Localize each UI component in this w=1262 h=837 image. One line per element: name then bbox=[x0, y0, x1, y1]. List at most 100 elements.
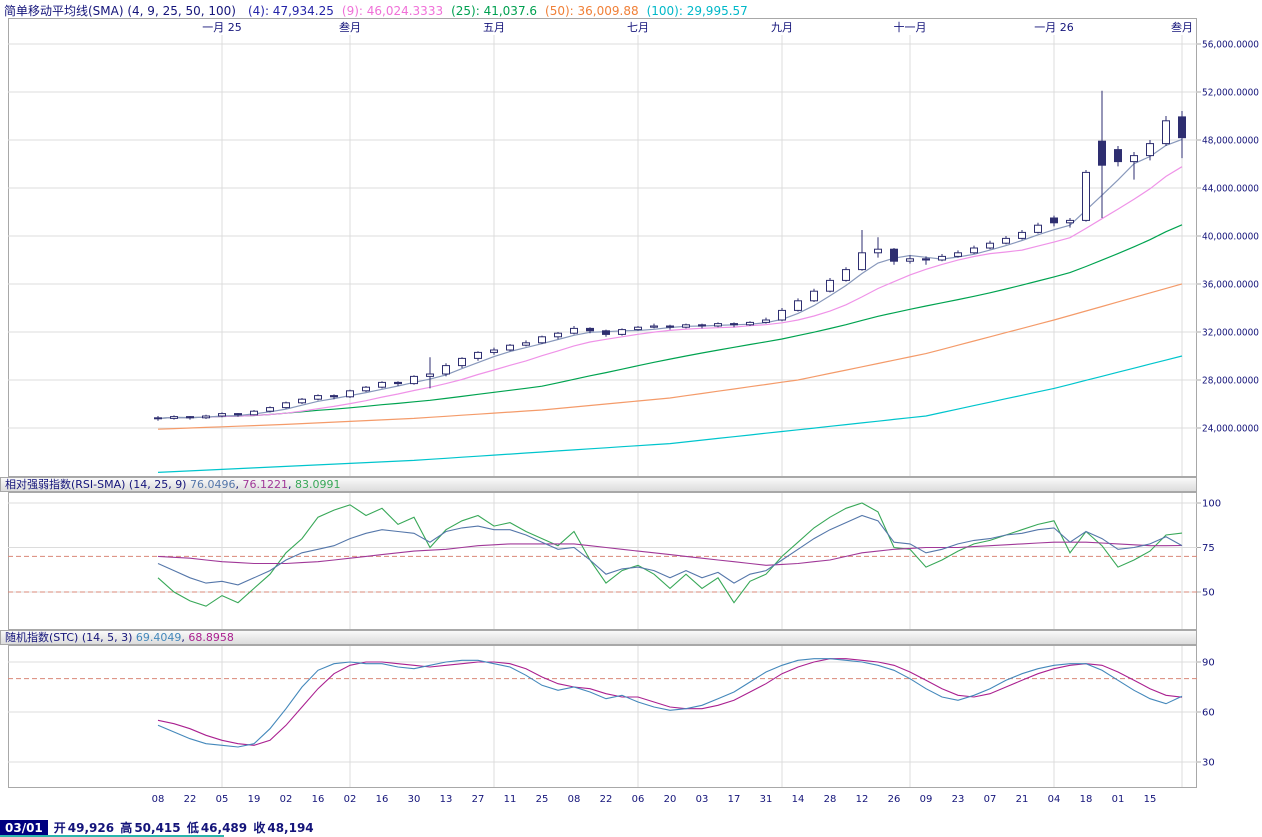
date-label: 22 bbox=[184, 794, 197, 805]
date-label: 19 bbox=[248, 794, 261, 805]
sma-value-50: (50): 36,009.88 bbox=[545, 4, 639, 18]
date-label: 15 bbox=[1144, 794, 1157, 805]
candle bbox=[347, 391, 354, 397]
stochastic-indicator-chart[interactable]: 90 60 30 bbox=[0, 645, 1262, 788]
candle bbox=[1163, 121, 1170, 144]
price-label: 24,000.0000 bbox=[1202, 424, 1259, 435]
low-value: 46,489 bbox=[201, 821, 247, 835]
sma-value-4: (4): 47,934.25 bbox=[248, 4, 334, 18]
date-label: 06 bbox=[632, 794, 645, 805]
date-label: 21 bbox=[1016, 794, 1029, 805]
sma-header: 简单移动平均线(SMA) (4, 9, 25, 50, 100) (4): 47,… bbox=[0, 0, 1262, 18]
rsi-value-14: 76.0496 bbox=[190, 478, 236, 491]
tick-label: 50 bbox=[1202, 588, 1215, 599]
candle bbox=[427, 374, 434, 376]
high-label: 高 bbox=[120, 821, 132, 835]
rsi-indicator-chart[interactable]: 1007550 bbox=[0, 492, 1262, 630]
price-label: 28,000.0000 bbox=[1202, 376, 1259, 387]
month-label: 五月 bbox=[483, 21, 505, 34]
candle bbox=[571, 328, 578, 333]
candle bbox=[267, 408, 274, 412]
candle bbox=[1131, 156, 1138, 162]
main-plot-area bbox=[9, 19, 1197, 477]
candle bbox=[859, 253, 866, 270]
date-label: 28 bbox=[824, 794, 837, 805]
price-label: 36,000.0000 bbox=[1202, 280, 1259, 291]
rsi-value-9: 83.0991 bbox=[295, 478, 341, 491]
date-label: 11 bbox=[504, 794, 517, 805]
date-label: 22 bbox=[600, 794, 613, 805]
stc-value-d: 68.8958 bbox=[188, 631, 234, 644]
main-price-chart[interactable]: 56,000.000052,000.000048,000.000044,000.… bbox=[0, 18, 1262, 477]
candle bbox=[235, 414, 242, 415]
candle bbox=[763, 320, 770, 322]
stc-value-k: 69.4049 bbox=[136, 631, 182, 644]
tick-label: 75 bbox=[1202, 543, 1215, 554]
candle bbox=[795, 301, 802, 311]
candle bbox=[523, 343, 530, 345]
rsi-value-25: 76.1221 bbox=[242, 478, 288, 491]
tick-label: 60 bbox=[1202, 708, 1215, 719]
candle bbox=[939, 256, 946, 260]
date-label: 25 bbox=[536, 794, 549, 805]
candle bbox=[1115, 150, 1122, 162]
candle bbox=[827, 280, 834, 291]
sma-title: 简单移动平均线(SMA) (4, 9, 25, 50, 100) bbox=[4, 4, 236, 18]
candle bbox=[1083, 172, 1090, 220]
candle bbox=[251, 411, 258, 415]
rsi-panel-header[interactable]: 相对强弱指数(RSI-SMA) (14, 25, 9) 76.0496, 76.… bbox=[0, 477, 1197, 492]
candle bbox=[923, 259, 930, 260]
sma-value-100: (100): 29,995.57 bbox=[647, 4, 748, 18]
date-label: 16 bbox=[376, 794, 389, 805]
date-label: 12 bbox=[856, 794, 869, 805]
plot-area bbox=[9, 646, 1197, 788]
candle bbox=[635, 327, 642, 329]
price-axis-labels: 56,000.000052,000.000048,000.000044,000.… bbox=[1197, 40, 1259, 435]
high-value: 50,415 bbox=[134, 821, 180, 835]
candle bbox=[475, 352, 482, 358]
price-label: 48,000.0000 bbox=[1202, 136, 1259, 147]
candle bbox=[539, 337, 546, 343]
candle bbox=[1099, 141, 1106, 165]
candle bbox=[699, 325, 706, 326]
candle bbox=[1035, 225, 1042, 232]
date-label: 04 bbox=[1048, 794, 1061, 805]
candle bbox=[843, 270, 850, 281]
date-label: 26 bbox=[888, 794, 901, 805]
candle bbox=[603, 331, 610, 335]
candle bbox=[491, 350, 498, 352]
stc-panel-header[interactable]: 随机指数(STC) (14, 5, 3) 69.4049, 68.8958 bbox=[0, 630, 1197, 645]
candle bbox=[747, 322, 754, 324]
candle bbox=[459, 358, 466, 365]
rsi-values: 76.0496, 76.1221, 83.0991 bbox=[190, 478, 341, 491]
tick-label: 90 bbox=[1202, 658, 1215, 669]
stc-values: 69.4049, 68.8958 bbox=[136, 631, 234, 644]
date-label: 08 bbox=[152, 794, 165, 805]
candle bbox=[555, 333, 562, 337]
sma-value-25: (25): 41,037.6 bbox=[451, 4, 537, 18]
candle bbox=[651, 326, 658, 327]
candle bbox=[1147, 144, 1154, 156]
open-label: 开 bbox=[54, 821, 66, 835]
date-label: 08 bbox=[568, 794, 581, 805]
date-label: 18 bbox=[1080, 794, 1093, 805]
date-label: 16 bbox=[312, 794, 325, 805]
candle bbox=[907, 259, 914, 261]
date-label: 02 bbox=[280, 794, 293, 805]
tick-label: 30 bbox=[1202, 758, 1215, 769]
x-axis-labels: 0822051902160216301327112508220620031731… bbox=[0, 788, 1262, 814]
candle bbox=[715, 324, 722, 326]
candle bbox=[363, 387, 370, 391]
date-label: 23 bbox=[952, 794, 965, 805]
price-label: 40,000.0000 bbox=[1202, 232, 1259, 243]
date-label: 17 bbox=[728, 794, 741, 805]
month-label: 一月 26 bbox=[1034, 21, 1074, 34]
candle bbox=[811, 291, 818, 301]
price-label: 56,000.0000 bbox=[1202, 40, 1259, 51]
candle bbox=[443, 366, 450, 374]
candle bbox=[1179, 117, 1186, 138]
date-label: 30 bbox=[408, 794, 421, 805]
charting-application: 简单移动平均线(SMA) (4, 9, 25, 50, 100) (4): 47,… bbox=[0, 0, 1262, 837]
open-value: 49,926 bbox=[68, 821, 114, 835]
date-label: 03 bbox=[696, 794, 709, 805]
